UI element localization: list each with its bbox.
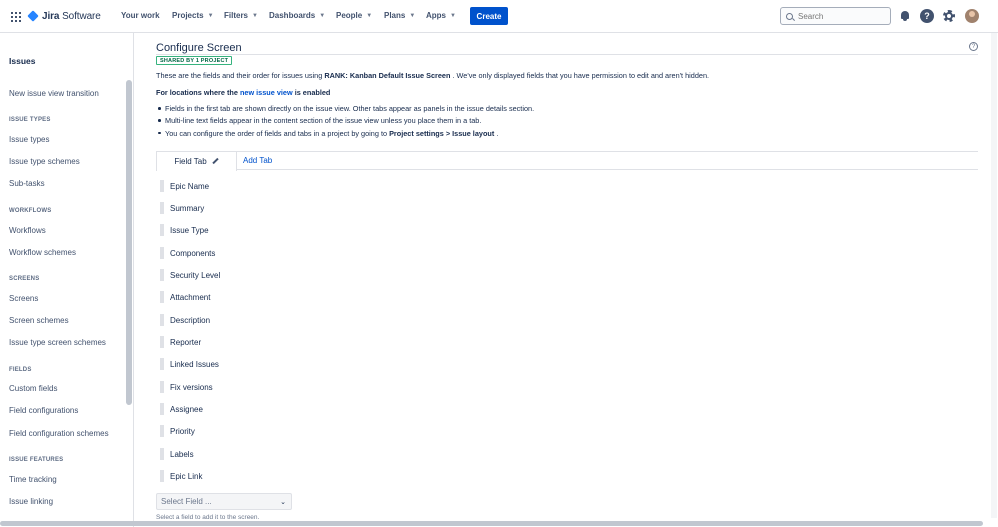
help-icon[interactable]: ? — [920, 9, 934, 23]
app-switcher-icon[interactable] — [11, 12, 21, 22]
chevron-down-icon: ⌄ — [280, 499, 286, 506]
field-row-labels[interactable]: Labels — [160, 448, 194, 460]
field-row-fix-versions[interactable]: Fix versions — [160, 381, 213, 393]
chevron-down-icon: ▼ — [450, 12, 456, 19]
sidebar-heading-issue-features: ISSUE FEATURES — [9, 457, 64, 463]
field-row-components[interactable]: Components — [160, 247, 215, 259]
drag-handle[interactable] — [160, 247, 164, 259]
page-vertical-scrollbar[interactable] — [991, 33, 997, 518]
nav-apps[interactable]: Apps ▼ — [426, 11, 456, 20]
sidebar-item-custom-fields[interactable]: Custom fields — [9, 384, 57, 393]
field-row-attachment[interactable]: Attachment — [160, 291, 210, 303]
drag-handle[interactable] — [160, 291, 164, 303]
nav-dashboards[interactable]: Dashboards ▼ — [269, 11, 325, 20]
field-row-assignee[interactable]: Assignee — [160, 403, 203, 415]
field-row-priority[interactable]: Priority — [160, 425, 195, 437]
search-icon — [786, 12, 793, 20]
sidebar-item-time-tracking[interactable]: Time tracking — [9, 475, 57, 484]
chevron-down-icon: ▼ — [366, 12, 373, 19]
create-button[interactable]: Create — [470, 7, 508, 25]
search-input[interactable] — [798, 11, 888, 21]
drag-handle[interactable] — [160, 381, 164, 393]
sidebar-item-issue-type-screen-schemes[interactable]: Issue type screen schemes — [9, 338, 106, 347]
search-box[interactable] — [780, 7, 891, 25]
chevron-down-icon: ▼ — [252, 12, 258, 19]
drag-handle[interactable] — [160, 448, 164, 460]
drag-handle[interactable] — [160, 403, 164, 415]
drag-handle[interactable] — [160, 336, 164, 348]
list-item: Fields in the first tab are shown direct… — [156, 104, 534, 116]
edit-pencil-icon[interactable] — [211, 157, 219, 164]
field-row-summary[interactable]: Summary — [160, 202, 204, 214]
add-tab-link[interactable]: Add Tab — [243, 156, 272, 165]
nav-your-work[interactable]: Your work — [121, 11, 160, 20]
drag-handle[interactable] — [160, 314, 164, 326]
drag-handle[interactable] — [160, 358, 164, 370]
sidebar-item-screens[interactable]: Screens — [9, 294, 38, 303]
nav-filters[interactable]: Filters ▼ — [224, 11, 258, 20]
sidebar-item-workflows[interactable]: Workflows — [9, 226, 46, 235]
drag-handle[interactable] — [160, 180, 164, 192]
sidebar-item-issue-types[interactable]: Issue types — [9, 135, 49, 144]
sidebar: Issues New issue view transition ISSUE T… — [0, 33, 134, 527]
field-row-security-level[interactable]: Security Level — [160, 269, 220, 281]
list-item: You can configure the order of fields an… — [156, 129, 534, 141]
product-name: Jira Software — [42, 11, 101, 22]
field-row-issue-type[interactable]: Issue Type — [160, 224, 209, 236]
jira-logo-icon — [28, 11, 39, 22]
chevron-down-icon: ▼ — [319, 12, 326, 19]
avatar[interactable] — [965, 9, 979, 23]
list-item: Multi-line text fields appear in the con… — [156, 116, 534, 128]
drag-handle[interactable] — [160, 425, 164, 437]
tab-bar: Field Tab Add Tab — [156, 151, 978, 171]
select-field-hint: Select a field to add it to the screen. — [156, 514, 260, 521]
shared-badge[interactable]: SHARED BY 1 PROJECT — [156, 56, 233, 65]
top-navigation: Jira Software Your work Projects ▼ Filter… — [0, 0, 998, 33]
sidebar-item-sub-tasks[interactable]: Sub-tasks — [9, 179, 45, 188]
nav-people[interactable]: People ▼ — [336, 11, 372, 20]
intro-text: These are the fields and their order for… — [156, 71, 710, 80]
sidebar-item-field-configurations[interactable]: Field configurations — [9, 406, 78, 415]
select-field-dropdown[interactable]: Select Field ... ⌄ — [156, 493, 292, 510]
settings-icon[interactable] — [942, 9, 956, 23]
field-row-description[interactable]: Description — [160, 314, 210, 326]
sidebar-scrollbar[interactable] — [126, 80, 132, 405]
sidebar-title: Issues — [9, 56, 36, 66]
sidebar-heading-screens: SCREENS — [9, 276, 40, 282]
notifications-icon[interactable] — [898, 9, 912, 23]
drag-handle[interactable] — [160, 202, 164, 214]
page-title: Configure Screen — [156, 42, 242, 54]
info-list: Fields in the first tab are shown direct… — [156, 104, 534, 141]
sidebar-heading-fields: FIELDS — [9, 367, 32, 373]
sidebar-item-issue-linking[interactable]: Issue linking — [9, 497, 53, 506]
field-row-epic-name[interactable]: Epic Name — [160, 180, 209, 192]
chevron-down-icon: ▼ — [207, 12, 214, 19]
drag-handle[interactable] — [160, 224, 164, 236]
sidebar-item-field-configuration-schemes[interactable]: Field configuration schemes — [9, 429, 109, 438]
sidebar-item-screen-schemes[interactable]: Screen schemes — [9, 316, 69, 325]
sidebar-item-new-issue-view-transition[interactable]: New issue view transition — [9, 89, 99, 98]
sidebar-heading-issue-types: ISSUE TYPES — [9, 117, 51, 123]
sidebar-heading-workflows: WORKFLOWS — [9, 208, 52, 214]
title-divider — [156, 54, 978, 55]
field-row-reporter[interactable]: Reporter — [160, 336, 201, 348]
tab-field-tab[interactable]: Field Tab — [156, 152, 237, 171]
help-circle-icon[interactable]: ? — [969, 42, 978, 51]
sidebar-item-issue-type-schemes[interactable]: Issue type schemes — [9, 157, 80, 166]
jira-logo[interactable]: Jira Software — [28, 10, 101, 23]
drag-handle[interactable] — [160, 269, 164, 281]
nav-projects[interactable]: Projects ▼ — [172, 11, 214, 20]
main-content: Configure Screen ? SHARED BY 1 PROJECT T… — [134, 33, 998, 527]
new-issue-view-link[interactable]: new issue view — [240, 88, 293, 97]
field-row-epic-link[interactable]: Epic Link — [160, 470, 202, 482]
page-horizontal-scrollbar[interactable] — [0, 521, 983, 526]
field-row-linked-issues[interactable]: Linked Issues — [160, 358, 219, 370]
chevron-down-icon: ▼ — [409, 12, 416, 19]
locations-heading: For locations where the new issue view i… — [156, 88, 331, 97]
drag-handle[interactable] — [160, 470, 164, 482]
sidebar-item-workflow-schemes[interactable]: Workflow schemes — [9, 248, 76, 257]
nav-plans[interactable]: Plans ▼ — [384, 11, 415, 20]
screen-name: RANK: Kanban Default Issue Screen — [324, 71, 451, 80]
